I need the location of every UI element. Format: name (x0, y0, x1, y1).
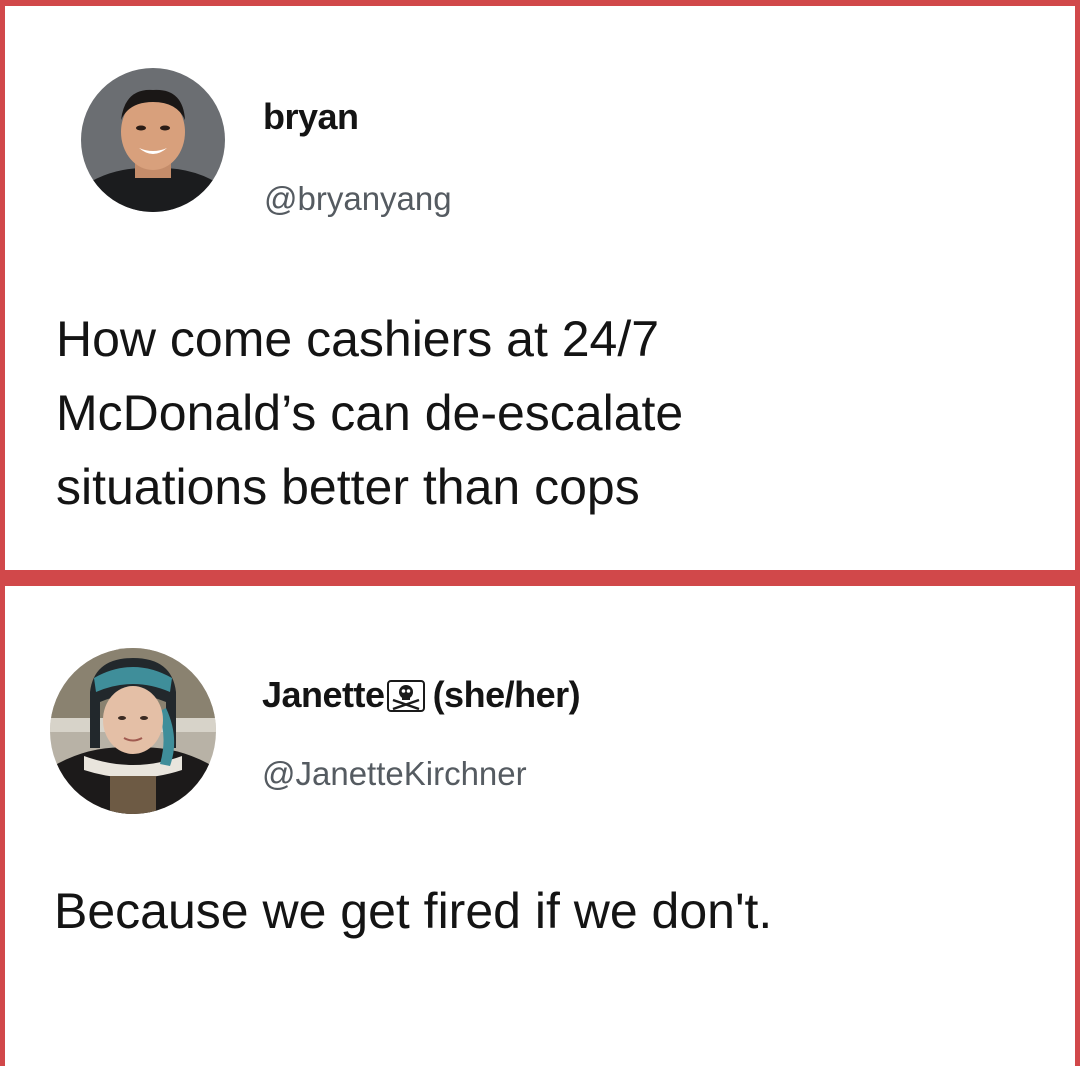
user-handle[interactable]: @bryanyang (264, 180, 452, 218)
card-divider (0, 570, 1080, 586)
avatar-janette[interactable] (50, 648, 216, 814)
tweet-text-line: McDonald’s can de-escalate (56, 385, 684, 441)
avatar-bryan[interactable] (81, 68, 225, 212)
skull-crossbones-icon (386, 679, 425, 712)
tweet-text: Because we get fired if we don't. (54, 883, 773, 939)
display-name[interactable]: Janette (262, 674, 385, 716)
user-handle[interactable]: @JanetteKirchner (262, 755, 527, 793)
tweet-text-line: How come cashiers at 24/7 (56, 311, 660, 367)
display-name-row: Janette (she/her) (262, 674, 581, 716)
pronouns: (she/her) (432, 674, 581, 715)
tweet-text: How come cashiers at 24/7 McDonald’s can… (56, 302, 683, 524)
display-name[interactable]: bryan (263, 96, 359, 138)
tweet-text-line: situations better than cops (56, 459, 640, 515)
